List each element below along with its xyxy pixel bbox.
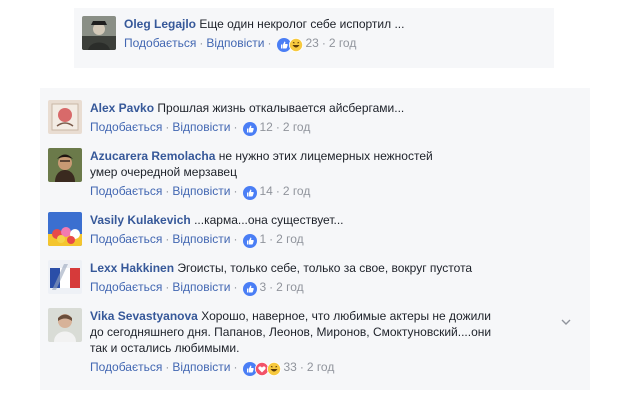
reply-link[interactable]: Відповісти — [172, 184, 230, 198]
timestamp[interactable]: 2 год — [276, 232, 304, 246]
haha-reaction-icon — [289, 38, 304, 52]
reactions[interactable] — [243, 362, 282, 378]
comment-meta: Подобається · Відповісти · 12 · 2 год — [90, 119, 530, 138]
reply-link[interactable]: Відповісти — [172, 232, 230, 246]
separator: · — [269, 280, 274, 294]
separator: · — [165, 280, 170, 294]
reply-link[interactable]: Відповісти — [206, 36, 264, 50]
comment-meta: Подобається · Відповісти · 3 · 2 год — [90, 279, 530, 298]
reactions[interactable] — [243, 282, 258, 298]
like-link[interactable]: Подобається — [90, 360, 162, 374]
comment-text-line: умер очередной мерзавец — [90, 165, 237, 179]
comment-text: ...карма...она существует... — [194, 213, 344, 227]
author-name[interactable]: Lexx Hakkinen — [90, 261, 174, 275]
avatar[interactable] — [48, 212, 82, 246]
separator: · — [321, 36, 326, 50]
separator: · — [165, 120, 170, 134]
separator: · — [233, 184, 238, 198]
comment-meta: Подобається · Відповісти · 23 · 2 год — [124, 35, 564, 54]
like-reaction-icon — [243, 234, 258, 248]
timestamp[interactable]: 2 год — [329, 36, 357, 50]
reply-link[interactable]: Відповісти — [172, 360, 230, 374]
timestamp[interactable]: 2 год — [276, 280, 304, 294]
separator: · — [269, 232, 274, 246]
author-name[interactable]: Vika Sevastyanova — [90, 309, 198, 323]
author-name[interactable]: Alex Pavko — [90, 101, 154, 115]
author-name[interactable]: Azucarera Remolacha — [90, 149, 215, 163]
top-comment-panel: Oleg Legajlo Еще один некролог себе испо… — [74, 8, 554, 68]
separator: · — [165, 184, 170, 198]
comments-panel: Alex Pavko Прошлая жизнь откалывается ай… — [40, 88, 590, 390]
comment-meta: Подобається · Відповісти · 33 · 2 год — [90, 359, 530, 378]
reaction-count[interactable]: 14 — [259, 184, 272, 198]
comment: Azucarera Remolacha не нужно этих лицеме… — [48, 148, 578, 204]
haha-reaction-icon — [267, 362, 282, 376]
separator: · — [299, 360, 304, 374]
avatar[interactable] — [48, 100, 82, 134]
avatar[interactable] — [48, 148, 82, 182]
avatar[interactable] — [48, 308, 82, 342]
comment-meta: Подобається · Відповісти · 14 · 2 год — [90, 183, 530, 202]
comment: Oleg Legajlo Еще один некролог себе испо… — [82, 16, 552, 64]
like-reaction-icon — [243, 122, 258, 136]
comment: Vika Sevastyanova Хорошо, наверное, что … — [48, 308, 578, 384]
separator: · — [199, 36, 204, 50]
author-name[interactable]: Oleg Legajlo — [124, 17, 196, 31]
avatar[interactable] — [48, 260, 82, 294]
reactions[interactable] — [277, 38, 304, 54]
reaction-count[interactable]: 33 — [283, 360, 296, 374]
timestamp[interactable]: 2 год — [307, 360, 335, 374]
comment-text-line: до сегодняшнего дня. Папанов, Леонов, Ми… — [90, 325, 492, 339]
comment: Vasily Kulakevich ...карма...она существ… — [48, 212, 578, 252]
reply-link[interactable]: Відповісти — [172, 280, 230, 294]
chevron-down-icon[interactable] — [560, 316, 572, 328]
reactions[interactable] — [243, 234, 258, 250]
separator: · — [233, 232, 238, 246]
separator: · — [233, 280, 238, 294]
comment-text-line: так и остались любимыми. — [90, 341, 240, 355]
reactions[interactable] — [243, 122, 258, 138]
comment-text-line: Хорошо, наверное, что любимые актеры не … — [201, 309, 492, 323]
like-link[interactable]: Подобається — [90, 184, 162, 198]
like-link[interactable]: Подобається — [124, 36, 196, 50]
comment-text: Эгоисты, только себе, только за свое, во… — [177, 261, 473, 275]
separator: · — [275, 120, 280, 134]
reply-link[interactable]: Відповісти — [172, 120, 230, 134]
separator: · — [275, 184, 280, 198]
author-name[interactable]: Vasily Kulakevich — [90, 213, 191, 227]
separator: · — [165, 232, 170, 246]
avatar[interactable] — [82, 16, 116, 50]
separator: · — [233, 360, 238, 374]
reaction-count[interactable]: 12 — [259, 120, 272, 134]
timestamp[interactable]: 2 год — [283, 120, 311, 134]
separator: · — [267, 36, 272, 50]
separator: · — [165, 360, 170, 374]
reaction-count[interactable]: 23 — [305, 36, 318, 50]
like-reaction-icon — [243, 282, 258, 296]
like-link[interactable]: Подобається — [90, 280, 162, 294]
comment: Lexx Hakkinen Эгоисты, только себе, толь… — [48, 260, 578, 300]
reactions[interactable] — [243, 186, 258, 202]
comment-text: Прошлая жизнь откалывается айсбергами... — [157, 101, 405, 115]
timestamp[interactable]: 2 год — [283, 184, 311, 198]
comment-text: Еще один некролог себе испортил ... — [199, 17, 405, 31]
like-link[interactable]: Подобається — [90, 232, 162, 246]
comment-meta: Подобається · Відповісти · 1 · 2 год — [90, 231, 530, 250]
separator: · — [233, 120, 238, 134]
like-link[interactable]: Подобається — [90, 120, 162, 134]
comment: Alex Pavko Прошлая жизнь откалывается ай… — [48, 100, 578, 140]
comment-text-line: не нужно этих лицемерных нежностей — [218, 149, 433, 163]
like-reaction-icon — [243, 186, 258, 200]
